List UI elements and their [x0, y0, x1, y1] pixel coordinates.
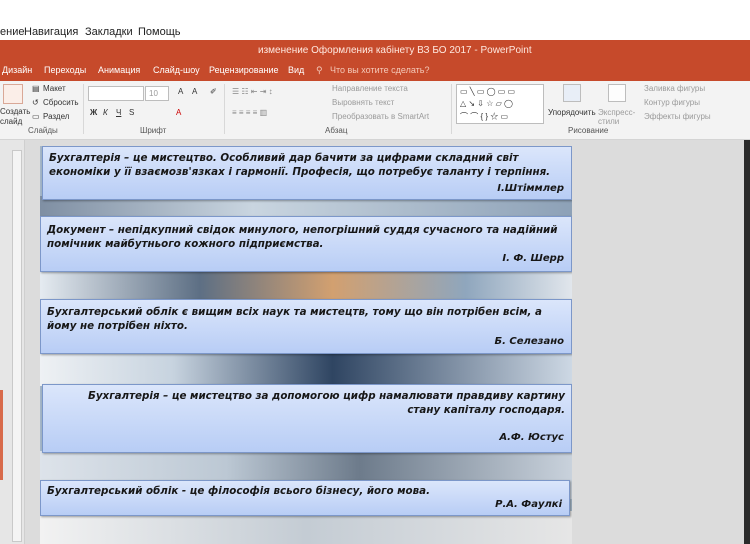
- bold-button[interactable]: Ж: [90, 108, 97, 117]
- layout-icon[interactable]: ▤: [32, 84, 40, 93]
- quote-author: Б. Селезано: [494, 336, 564, 347]
- clear-format-icon[interactable]: ✐: [210, 87, 217, 96]
- smartart-button[interactable]: Преобразовать в SmartArt: [332, 112, 429, 121]
- quick-styles-icon[interactable]: [608, 84, 626, 102]
- underline-button[interactable]: Ч: [116, 108, 121, 117]
- window-title: изменение Оформления кабінету ВЗ БО 2017…: [258, 45, 532, 56]
- ribbon-separator: [224, 84, 225, 134]
- bullets-icon[interactable]: ☰ ☷ ⇤ ⇥ ↕: [232, 87, 273, 96]
- shape-fill-button[interactable]: Заливка фигуры: [644, 84, 705, 93]
- layout-button[interactable]: Макет: [43, 84, 66, 93]
- menu-item-file[interactable]: ение: [0, 26, 24, 38]
- align-icons[interactable]: ≡ ≡ ≡ ≡ ▥: [232, 108, 267, 117]
- menu-item-bookmarks[interactable]: Закладки: [85, 26, 133, 38]
- shape-outline-button[interactable]: Контур фигуры: [644, 98, 700, 107]
- side-panel-edge: [744, 140, 750, 544]
- ribbon-tab-bar: Дизайн Переходы Анимация Слайд-шоу Рецен…: [0, 62, 750, 81]
- italic-button[interactable]: К: [103, 108, 108, 117]
- arrange-icon[interactable]: [563, 84, 581, 102]
- new-slide-sublabel: слайд: [0, 117, 23, 126]
- quote-author: І.Штіммлер: [497, 183, 564, 194]
- shape-icons-row-2: △ ↘ ⇩ ☆ ▱ ◯: [460, 99, 513, 108]
- group-label-font: Шрифт: [140, 126, 167, 135]
- font-name-field[interactable]: [88, 86, 144, 101]
- align-text-button[interactable]: Выровнять текст: [332, 98, 394, 107]
- new-slide-button[interactable]: Создать: [0, 107, 30, 116]
- new-slide-icon[interactable]: [3, 84, 23, 104]
- quote-author: Р.А. Фаулкі: [495, 499, 562, 510]
- quote-box[interactable]: Бухгалтерський облік є вищим всіх наук т…: [40, 299, 572, 354]
- tab-design[interactable]: Дизайн: [2, 65, 32, 75]
- slide-canvas[interactable]: Бухгалтерія – це мистецтво. Особливий да…: [40, 146, 572, 544]
- tab-view[interactable]: Вид: [288, 65, 304, 75]
- tab-slideshow[interactable]: Слайд-шоу: [153, 65, 200, 75]
- reset-icon[interactable]: ↺: [32, 98, 39, 107]
- quote-text: Бухгалтерія – це мистецтво. Особливий да…: [49, 152, 551, 178]
- quote-box[interactable]: Документ – непідкупний свідок минулого, …: [40, 216, 572, 272]
- window-title-bar: изменение Оформления кабінету ВЗ БО 2017…: [0, 40, 750, 62]
- selected-thumbnail-marker: [0, 390, 3, 480]
- font-size-field[interactable]: 10: [145, 86, 169, 101]
- menu-item-navigation[interactable]: Навигация: [24, 26, 78, 38]
- photo-strip: [40, 352, 572, 386]
- shape-icons-row-3: ⌒ ⌒ { } ☆ ▭: [460, 112, 509, 121]
- shrink-font-icon[interactable]: A: [192, 87, 197, 96]
- tell-me-search[interactable]: Что вы хотите сделать?: [330, 65, 430, 75]
- ribbon-separator: [83, 84, 84, 134]
- font-color-icon[interactable]: A: [176, 108, 181, 117]
- quote-author: І. Ф. Шерр: [502, 253, 564, 264]
- shapes-gallery[interactable]: ▭ ╲ ▭ ◯ ▭ ▭ △ ↘ ⇩ ☆ ▱ ◯ ⌒ ⌒ { } ☆ ▭: [456, 84, 544, 124]
- quote-box[interactable]: Бухгалтерія – це мистецтво. Особливий да…: [42, 146, 572, 200]
- font-size-value: 10: [149, 89, 158, 98]
- tab-review[interactable]: Рецензирование: [209, 65, 279, 75]
- shape-icons-row-1: ▭ ╲ ▭ ◯ ▭ ▭: [460, 87, 516, 96]
- tab-animation[interactable]: Анимация: [98, 65, 140, 75]
- shape-effects-button[interactable]: Эффекты фигуры: [644, 112, 711, 121]
- menu-bar: ение Навигация Закладки Помощь: [0, 0, 750, 38]
- quick-styles-button[interactable]: Экспресс-стили: [598, 108, 636, 126]
- section-button[interactable]: Раздел: [43, 112, 69, 121]
- group-label-drawing: Рисование: [568, 126, 609, 135]
- photo-strip: [40, 270, 572, 302]
- arrange-button[interactable]: Упорядочить: [548, 108, 596, 117]
- tab-transitions[interactable]: Переходы: [44, 65, 86, 75]
- quote-text: Бухгалтерський облік є вищим всіх наук т…: [47, 306, 542, 332]
- text-direction-button[interactable]: Направление текста: [332, 84, 408, 93]
- strikethrough-button[interactable]: S: [129, 108, 134, 117]
- menu-item-help[interactable]: Помощь: [138, 26, 181, 38]
- quote-text: Бухгалтерія – це мистецтво за допомогою …: [88, 390, 565, 416]
- quote-author: А.Ф. Юстус: [499, 432, 564, 443]
- quote-box[interactable]: Бухгалтерський облік - це філософія всьо…: [40, 480, 570, 516]
- ribbon: Создать слайд ▤ Макет ↺ Сбросить ▭ Разде…: [0, 81, 750, 140]
- ribbon-overflow: [735, 81, 750, 139]
- tell-me-icon[interactable]: ⚲: [316, 65, 323, 76]
- ribbon-separator: [451, 84, 452, 134]
- quote-text: Бухгалтерський облік - це філософія всьо…: [47, 485, 431, 497]
- quote-text: Документ – непідкупний свідок минулого, …: [47, 224, 558, 250]
- group-label-paragraph: Абзац: [325, 126, 348, 135]
- quote-box[interactable]: Бухгалтерія – це мистецтво за допомогою …: [42, 384, 572, 453]
- thumbnails-scrollbar[interactable]: [12, 150, 22, 542]
- group-label-slides: Слайды: [28, 126, 58, 135]
- reset-button[interactable]: Сбросить: [43, 98, 79, 107]
- section-icon[interactable]: ▭: [32, 112, 40, 121]
- grow-font-icon[interactable]: A: [178, 87, 183, 96]
